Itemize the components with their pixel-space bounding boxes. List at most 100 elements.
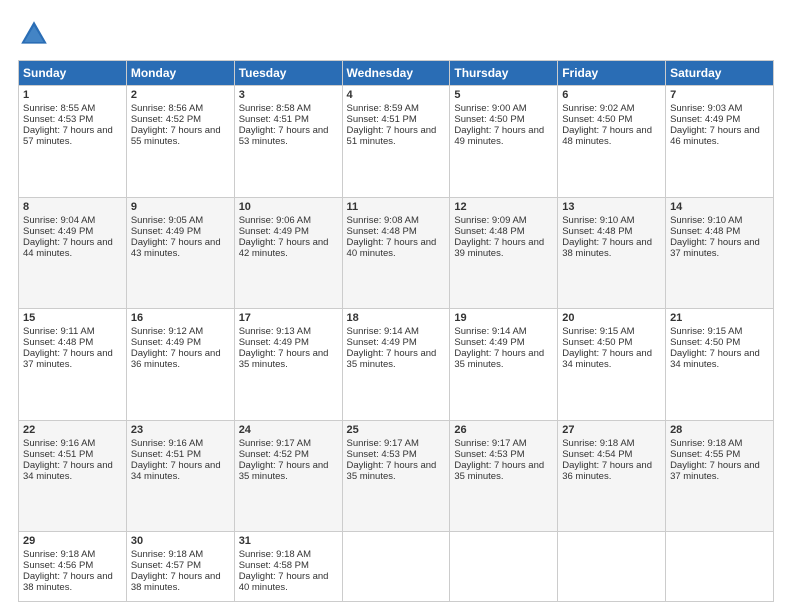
sunset-text: Sunset: 4:49 PM [239,226,338,237]
calendar-cell: 15Sunrise: 9:11 AMSunset: 4:48 PMDayligh… [19,309,127,421]
sunrise-text: Sunrise: 9:18 AM [670,438,769,449]
day-number: 9 [131,201,230,213]
calendar-cell: 16Sunrise: 9:12 AMSunset: 4:49 PMDayligh… [126,309,234,421]
sunrise-text: Sunrise: 9:03 AM [670,103,769,114]
day-number: 10 [239,201,338,213]
daylight-text: Daylight: 7 hours and 39 minutes. [454,237,553,259]
day-number: 25 [347,424,446,436]
calendar-cell: 27Sunrise: 9:18 AMSunset: 4:54 PMDayligh… [558,420,666,532]
day-number: 7 [670,89,769,101]
day-number: 26 [454,424,553,436]
sunset-text: Sunset: 4:50 PM [562,337,661,348]
day-number: 5 [454,89,553,101]
daylight-text: Daylight: 7 hours and 40 minutes. [239,571,338,593]
sunrise-text: Sunrise: 9:12 AM [131,326,230,337]
sunset-text: Sunset: 4:52 PM [239,449,338,460]
sunrise-text: Sunrise: 9:00 AM [454,103,553,114]
calendar-cell [342,532,450,602]
week-row-4: 22Sunrise: 9:16 AMSunset: 4:51 PMDayligh… [19,420,774,532]
day-number: 8 [23,201,122,213]
calendar-cell: 1Sunrise: 8:55 AMSunset: 4:53 PMDaylight… [19,86,127,198]
col-header-tuesday: Tuesday [234,61,342,86]
day-number: 29 [23,535,122,547]
sunset-text: Sunset: 4:49 PM [670,114,769,125]
day-number: 11 [347,201,446,213]
day-number: 12 [454,201,553,213]
sunrise-text: Sunrise: 9:13 AM [239,326,338,337]
day-number: 19 [454,312,553,324]
day-number: 15 [23,312,122,324]
week-row-2: 8 Sunrise: 9:04 AM Sunset: 4:49 PM Daylight… [19,197,774,309]
daylight-text: Daylight: 7 hours and 37 minutes. [23,348,122,370]
calendar-table: SundayMondayTuesdayWednesdayThursdayFrid… [18,60,774,602]
daylight-text: Daylight: 7 hours and 37 minutes. [670,460,769,482]
sunset-text: Sunset: 4:48 PM [23,337,122,348]
calendar-cell: 17Sunrise: 9:13 AMSunset: 4:49 PMDayligh… [234,309,342,421]
sunset-text: Sunset: 4:48 PM [562,226,661,237]
day-number: 3 [239,89,338,101]
week-row-5: 29Sunrise: 9:18 AMSunset: 4:56 PMDayligh… [19,532,774,602]
calendar-cell: 7Sunrise: 9:03 AMSunset: 4:49 PMDaylight… [666,86,774,198]
daylight-text: Daylight: 7 hours and 34 minutes. [670,348,769,370]
day-number: 18 [347,312,446,324]
sunset-text: Sunset: 4:49 PM [347,337,446,348]
daylight-text: Daylight: 7 hours and 35 minutes. [347,460,446,482]
sunrise-text: Sunrise: 9:05 AM [131,215,230,226]
calendar-cell: 21 Sunrise: 9:15 AMSunset: 4:50 PMDayligh… [666,309,774,421]
daylight-text: Daylight: 7 hours and 55 minutes. [131,125,230,147]
day-number: 21 [670,312,769,324]
day-number: 23 [131,424,230,436]
calendar-cell [666,532,774,602]
day-number: 27 [562,424,661,436]
sunrise-text: Sunrise: 9:16 AM [131,438,230,449]
daylight-text: Daylight: 7 hours and 40 minutes. [347,237,446,259]
sunrise-text: Sunrise: 9:16 AM [23,438,122,449]
day-number: 17 [239,312,338,324]
calendar-cell: 23Sunrise: 9:16 AMSunset: 4:51 PMDayligh… [126,420,234,532]
calendar-page: SundayMondayTuesdayWednesdayThursdayFrid… [0,0,792,612]
calendar-cell: 18Sunrise: 9:14 AMSunset: 4:49 PMDayligh… [342,309,450,421]
day-number: 13 [562,201,661,213]
calendar-cell: 20Sunrise: 9:15 AMSunset: 4:50 PMDayligh… [558,309,666,421]
daylight-text: Daylight: 7 hours and 35 minutes. [454,460,553,482]
calendar-cell: 28Sunrise: 9:18 AMSunset: 4:55 PMDayligh… [666,420,774,532]
sunset-text: Sunset: 4:52 PM [131,114,230,125]
sunrise-text: Sunrise: 8:59 AM [347,103,446,114]
day-number: 28 [670,424,769,436]
daylight-text: Daylight: 7 hours and 35 minutes. [239,348,338,370]
calendar-cell: 3Sunrise: 8:58 AMSunset: 4:51 PMDaylight… [234,86,342,198]
sunset-text: Sunset: 4:51 PM [347,114,446,125]
col-header-friday: Friday [558,61,666,86]
daylight-text: Daylight: 7 hours and 49 minutes. [454,125,553,147]
calendar-cell: 5 Sunrise: 9:00 AMSunset: 4:50 PMDaylight… [450,86,558,198]
calendar-cell: 2Sunrise: 8:56 AMSunset: 4:52 PMDaylight… [126,86,234,198]
sunrise-text: Sunrise: 9:18 AM [239,549,338,560]
sunset-text: Sunset: 4:50 PM [670,337,769,348]
daylight-text: Daylight: 7 hours and 44 minutes. [23,237,122,259]
sunset-text: Sunset: 4:48 PM [454,226,553,237]
calendar-cell: 8Sunrise: 9:04 AMSunset: 4:49 PMDaylight… [19,197,127,309]
daylight-text: Daylight: 7 hours and 38 minutes. [23,571,122,593]
sunrise-text: Sunrise: 9:09 AM [454,215,553,226]
daylight-text: Daylight: 7 hours and 34 minutes. [131,460,230,482]
sunset-text: Sunset: 4:50 PM [454,114,553,125]
sunrise-text: Sunrise: 9:10 AM [562,215,661,226]
sunrise-text: Sunrise: 9:15 AM [670,326,769,337]
sunrise-text: Sunrise: 9:18 AM [131,549,230,560]
sunrise-text: Sunrise: 9:17 AM [347,438,446,449]
calendar-cell: 31Sunrise: 9:18 AMSunset: 4:58 PMDayligh… [234,532,342,602]
daylight-text: Daylight: 7 hours and 48 minutes. [562,125,661,147]
sunset-text: Sunset: 4:50 PM [562,114,661,125]
day-number: 22 [23,424,122,436]
sunset-text: Sunset: 4:48 PM [670,226,769,237]
sunset-text: Sunset: 4:56 PM [23,560,122,571]
col-header-monday: Monday [126,61,234,86]
sunrise-text: Sunrise: 9:17 AM [454,438,553,449]
day-number: 14 [670,201,769,213]
daylight-text: Daylight: 7 hours and 36 minutes. [562,460,661,482]
day-number: 2 [131,89,230,101]
calendar-cell: 13Sunrise: 9:10 AMSunset: 4:48 PMDayligh… [558,197,666,309]
col-header-wednesday: Wednesday [342,61,450,86]
sunrise-text: Sunrise: 9:04 AM [23,215,122,226]
daylight-text: Daylight: 7 hours and 35 minutes. [239,460,338,482]
